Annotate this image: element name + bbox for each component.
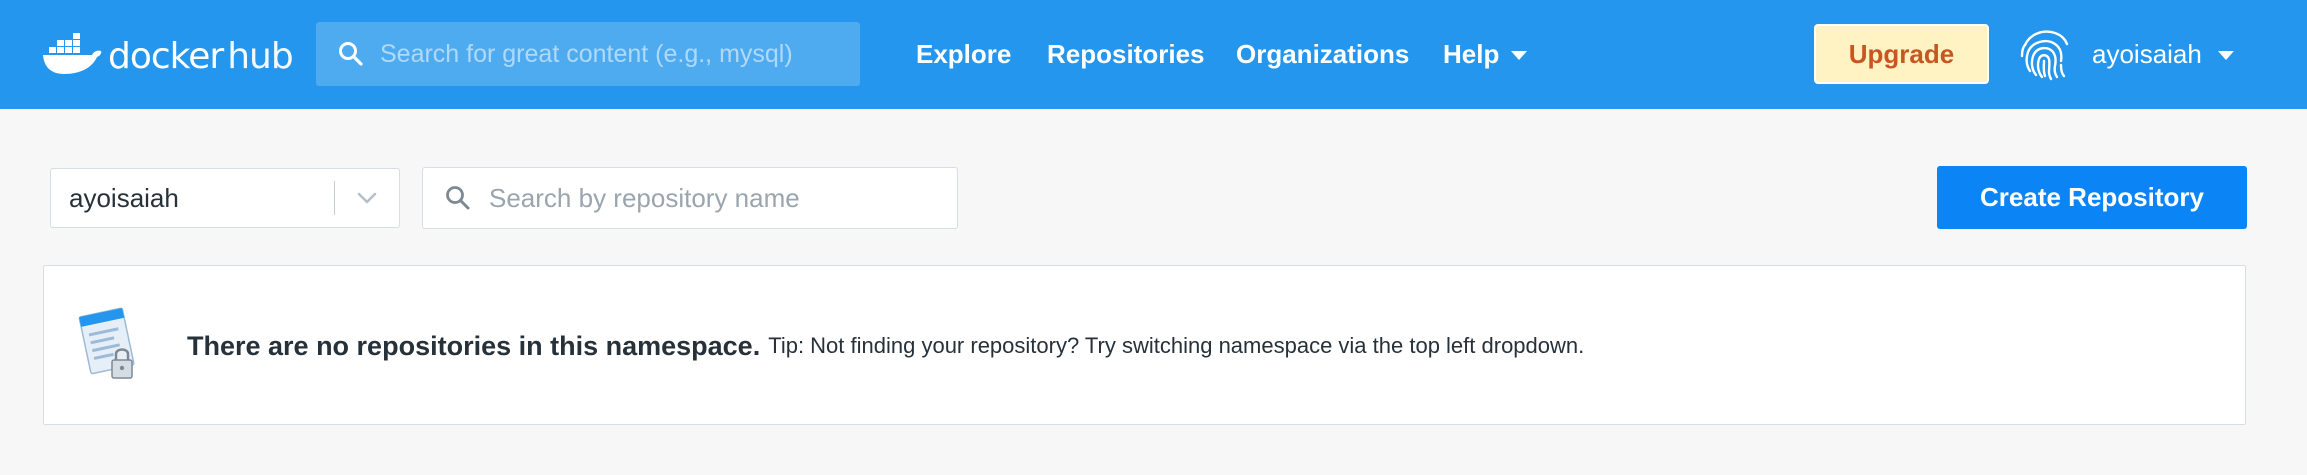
upgrade-button-label: Upgrade [1848,38,1955,69]
user-menu[interactable]: ayoisaiah [2092,0,2234,109]
docker-whale-icon [43,33,102,74]
docker-hub-logo[interactable]: docker hub [42,24,294,84]
nav-repositories[interactable]: Repositories [1047,0,1205,109]
create-repository-button-label: Create Repository [1980,182,2204,212]
username-label: ayoisaiah [2092,39,2202,69]
namespace-select-value: ayoisaiah [69,182,179,213]
nav-explore[interactable]: Explore [916,0,1011,109]
nav-repositories-label: Repositories [1047,39,1205,69]
logo-wordmark: docker hub [108,35,294,77]
repository-search[interactable] [422,167,958,229]
nav-help-dropdown[interactable]: Help [1443,0,1528,109]
create-repository-button[interactable]: Create Repository [1937,166,2247,229]
caret-down-icon [2217,51,2234,60]
fingerprint-icon[interactable] [2014,24,2074,84]
global-search-input[interactable] [380,39,860,69]
upgrade-button[interactable]: Upgrade [1814,24,1989,84]
search-icon [334,41,368,67]
empty-state-tip: Tip: Not finding your repository? Try sw… [768,333,1585,358]
nav-help-label: Help [1443,39,1500,69]
chevron-down-icon[interactable] [335,192,399,204]
empty-state-message: There are no repositories in this namesp… [187,266,1584,426]
search-icon [445,185,471,211]
nav-organizations-label: Organizations [1236,39,1410,69]
namespace-select[interactable]: ayoisaiah [50,168,400,228]
logo-product: hub [227,35,293,77]
empty-state-card: There are no repositories in this namesp… [43,265,2246,425]
caret-down-icon [1511,51,1528,60]
global-search[interactable] [316,22,860,86]
logo-brand: docker [108,35,224,77]
top-navbar: dockerhub Explore Repositories Organizat… [0,0,2307,109]
repository-search-input[interactable] [489,182,957,214]
nav-organizations[interactable]: Organizations [1236,0,1409,109]
nav-explore-label: Explore [916,39,1012,69]
empty-state-headline: There are no repositories in this namesp… [187,330,761,361]
locked-repository-icon [78,307,135,379]
